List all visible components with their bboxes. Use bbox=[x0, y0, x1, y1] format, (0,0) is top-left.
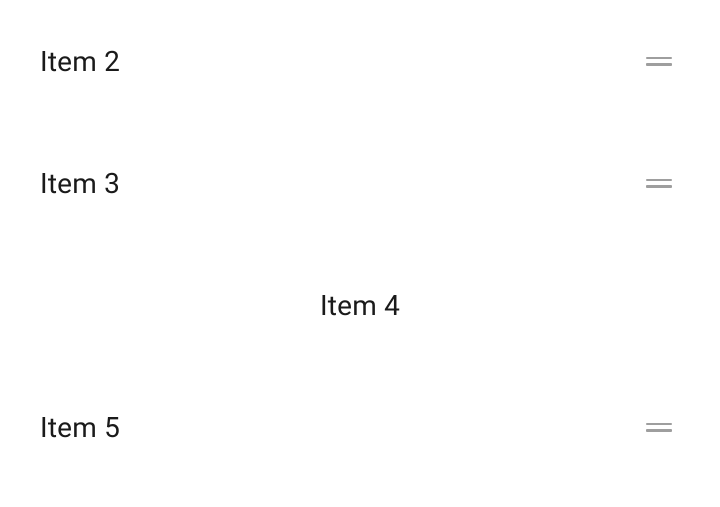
list-item[interactable]: Item 3 bbox=[0, 122, 720, 244]
drag-handle-icon[interactable] bbox=[636, 413, 682, 442]
list-item-dragging[interactable]: Item 4 bbox=[0, 244, 720, 366]
list-item-label: Item 2 bbox=[40, 45, 120, 78]
drag-handle-icon[interactable] bbox=[636, 169, 682, 198]
drag-handle-icon[interactable] bbox=[636, 47, 682, 76]
list-item-label: Item 4 bbox=[320, 289, 400, 322]
list-item[interactable]: Item 2 bbox=[0, 0, 720, 122]
list-item-label: Item 5 bbox=[40, 411, 120, 444]
list-item-label: Item 3 bbox=[40, 167, 120, 200]
reorderable-list: Item 2 Item 3 Item 4 Item 5 bbox=[0, 0, 720, 488]
list-item[interactable]: Item 5 bbox=[0, 366, 720, 488]
